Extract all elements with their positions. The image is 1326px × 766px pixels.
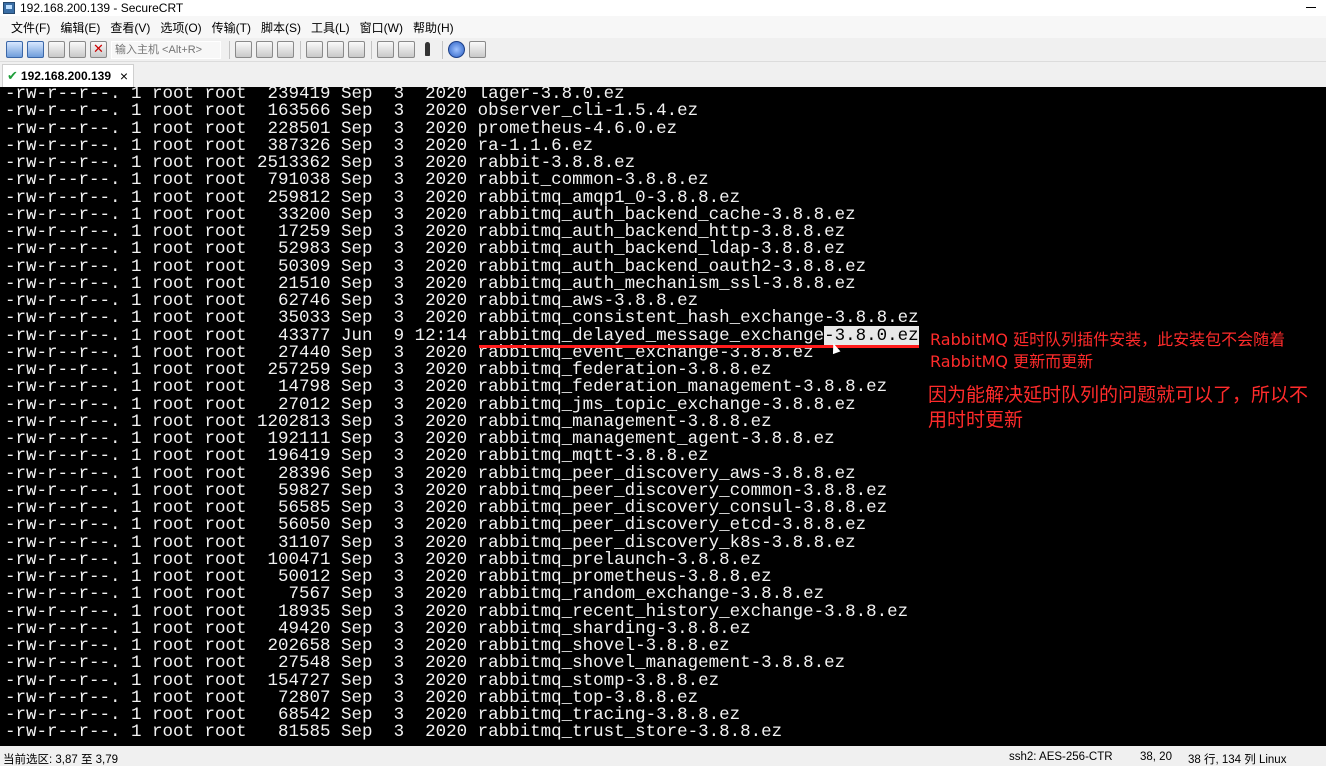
- tab-label: 192.168.200.139: [20, 69, 111, 83]
- close-icon[interactable]: ×: [120, 68, 128, 84]
- menu-options[interactable]: 选项(O): [155, 19, 206, 36]
- menu-tools[interactable]: 工具(L): [306, 19, 355, 36]
- reconnect-icon[interactable]: [69, 41, 86, 58]
- help-icon[interactable]: [448, 41, 465, 58]
- terminal-view[interactable]: -rw-r--r--. 1 root root 239419 Sep 3 202…: [0, 87, 1326, 746]
- terminal-line: -rw-r--r--. 1 root root 81585 Sep 3 2020…: [5, 722, 783, 743]
- terminal-line: -rw-r--r--. 1 root root 791038 Sep 3 202…: [5, 170, 709, 191]
- status-encryption: ssh2: AES-256-CTR: [1009, 751, 1113, 763]
- terminal-line: -rw-r--r--. 1 root root 52983 Sep 3 2020…: [5, 239, 846, 260]
- toolbar-separator: [371, 40, 372, 59]
- securecrt-app-icon: [3, 2, 15, 14]
- session-tab[interactable]: ✔ 192.168.200.139 ×: [2, 64, 134, 87]
- annotation-underline: [479, 345, 919, 348]
- menu-help[interactable]: 帮助(H): [408, 19, 459, 36]
- status-terminal-size: 38 行, 134 列 Linux: [1188, 754, 1287, 766]
- map-icon[interactable]: [469, 41, 486, 58]
- tab-bar: ✔ 192.168.200.139 ×: [0, 62, 1326, 87]
- terminal-line: -rw-r--r--. 1 root root 14798 Sep 3 2020…: [5, 377, 888, 398]
- minimize-icon[interactable]: [1304, 1, 1318, 13]
- toolbar-separator: [229, 40, 230, 59]
- toolbar-separator: [442, 40, 443, 59]
- key-icon[interactable]: [419, 41, 436, 58]
- annotation-note-1: RabbitMQ 延时队列插件安装，此安装包不会随着 RabbitMQ 更新而更…: [930, 330, 1286, 371]
- paste-icon[interactable]: [256, 41, 273, 58]
- menu-bar: 文件(F) 编辑(E) 查看(V) 选项(O) 传输(T) 脚本(S) 工具(L…: [0, 16, 1326, 38]
- title-bar: 192.168.200.139 - SecureCRT: [0, 0, 1326, 16]
- print-setup-icon[interactable]: [306, 41, 323, 58]
- menu-file[interactable]: 文件(F): [6, 19, 55, 36]
- window-title: 192.168.200.139 - SecureCRT: [20, 1, 184, 15]
- host-input[interactable]: [111, 40, 221, 59]
- terminal-line: -rw-r--r--. 1 root root 56050 Sep 3 2020…: [5, 515, 867, 536]
- status-selection: 当前选区: 3,87 至 3,79: [3, 754, 119, 766]
- annotation-note-2: 因为能解决延时队列的问题就可以了，所以不用时时更新: [928, 384, 1309, 431]
- copy-icon[interactable]: [235, 41, 252, 58]
- menu-script[interactable]: 脚本(S): [256, 19, 306, 36]
- menu-transfer[interactable]: 传输(T): [207, 19, 256, 36]
- find-icon[interactable]: [277, 41, 294, 58]
- terminal-output: -rw-r--r--. 1 root root 239419 Sep 3 202…: [5, 87, 919, 742]
- terminal-line: -rw-r--r--. 1 root root 163566 Sep 3 202…: [5, 101, 699, 122]
- menu-window[interactable]: 窗口(W): [355, 19, 408, 36]
- menu-edit[interactable]: 编辑(E): [55, 19, 105, 36]
- global-options-icon[interactable]: [398, 41, 415, 58]
- terminal-line: -rw-r--r--. 1 root root 27548 Sep 3 2020…: [5, 653, 846, 674]
- connect-icon[interactable]: [6, 41, 23, 58]
- connect-tab-icon[interactable]: [48, 41, 65, 58]
- status-cursor-position: 38, 20: [1140, 751, 1172, 763]
- status-bar: 当前选区: 3,87 至 3,79 ssh2: AES-256-CTR 38, …: [0, 746, 1326, 766]
- terminal-line: -rw-r--r--. 1 root root 7567 Sep 3 2020 …: [5, 584, 825, 605]
- print-icon[interactable]: [348, 41, 365, 58]
- toolbar: [0, 38, 1326, 62]
- quick-connect-icon[interactable]: [27, 41, 44, 58]
- terminal-line: -rw-r--r--. 1 root root 196419 Sep 3 202…: [5, 446, 709, 467]
- menu-view[interactable]: 查看(V): [105, 19, 155, 36]
- toolbar-separator: [300, 40, 301, 59]
- disconnect-icon[interactable]: [90, 41, 107, 58]
- print-selection-icon[interactable]: [327, 41, 344, 58]
- session-options-icon[interactable]: [377, 41, 394, 58]
- check-icon: ✔: [7, 68, 18, 83]
- selected-text: -3.8.0.ez: [824, 325, 919, 346]
